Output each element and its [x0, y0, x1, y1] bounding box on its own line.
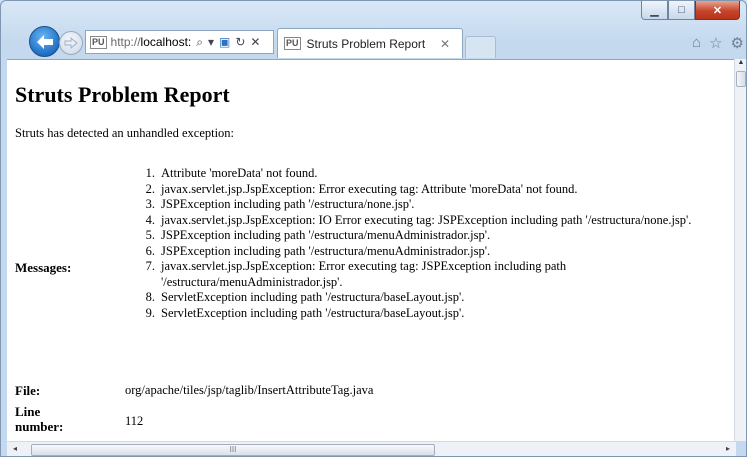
- message-number: 7.: [145, 259, 155, 273]
- message-text: JSPException including path '/estructura…: [161, 243, 491, 258]
- message-number: 2.: [145, 181, 155, 196]
- message-text: javax.servlet.jsp.JspException: Error ex…: [161, 259, 567, 289]
- messages-list: 1. Attribute 'moreData' not found. 2. javax…: [125, 166, 715, 321]
- search-icon[interactable]: ⌕: [196, 35, 203, 50]
- site-favicon-icon: PU: [90, 35, 107, 49]
- home-icon[interactable]: ⌂: [692, 34, 701, 52]
- page-content: Struts Problem Report Struts has detecte…: [7, 60, 736, 441]
- address-url: http://localhost:: [110, 35, 192, 49]
- message-text: JSPException including path '/estructura…: [161, 228, 491, 242]
- refresh-icon[interactable]: ↻: [235, 35, 245, 50]
- messages-label: Messages:: [15, 260, 72, 275]
- scroll-right-icon[interactable]: ▸: [722, 444, 734, 456]
- message-item: 6. JSPException including path '/estructu…: [125, 244, 715, 260]
- message-number: 5.: [145, 228, 155, 242]
- page-title: Struts Problem Report: [15, 82, 230, 107]
- message-text: Attribute 'moreData' not found.: [161, 166, 318, 180]
- message-item: 7. javax.servlet.jsp.JspException: Error …: [125, 259, 715, 290]
- file-value: org/apache/tiles/jsp/taglib/InsertAttrib…: [125, 383, 374, 397]
- navigation-bar: PU http://localhost: ⌕ ▾ ▣ ↻ ✕ PU Struts…: [1, 25, 746, 59]
- line-number-label: Line number:: [15, 404, 64, 434]
- address-icons: ⌕ ▾ ▣ ↻ ✕: [196, 35, 260, 50]
- horizontal-scroll-thumb[interactable]: III: [31, 444, 435, 456]
- message-number: 3.: [145, 197, 155, 211]
- message-number: 9.: [145, 305, 155, 320]
- tab-title: Struts Problem Report: [306, 36, 426, 51]
- message-number: 1.: [145, 166, 155, 180]
- horizontal-scrollbar[interactable]: ◂ III ▸: [7, 441, 736, 456]
- address-bar[interactable]: PU http://localhost: ⌕ ▾ ▣ ↻ ✕: [85, 30, 274, 54]
- toolbar-icons: ⌂ ☆ ⚙: [692, 34, 744, 52]
- message-number: 8.: [145, 290, 155, 304]
- stop-icon[interactable]: ✕: [250, 35, 260, 50]
- new-tab-button[interactable]: [465, 36, 496, 58]
- maximize-button[interactable]: □: [668, 1, 695, 20]
- minimize-button[interactable]: ▁: [641, 1, 668, 20]
- close-window-button[interactable]: ✕: [695, 1, 740, 20]
- message-item: 1. Attribute 'moreData' not found.: [125, 166, 715, 182]
- forward-arrow-icon: [64, 37, 78, 49]
- message-item: 3. JSPException including path '/estructu…: [125, 197, 715, 213]
- intro-text: Struts has detected an unhandled excepti…: [15, 126, 235, 140]
- window-caption-buttons: ▁ □ ✕: [641, 1, 740, 20]
- message-number: 4.: [145, 212, 155, 227]
- message-item: 4. javax.servlet.jsp.JspException: IO Err…: [125, 213, 715, 229]
- forward-button[interactable]: [59, 31, 83, 55]
- message-item: 9. ServletException including path '/estr…: [125, 306, 715, 322]
- message-text: ServletException including path '/estruc…: [161, 290, 465, 304]
- message-text: JSPException including path '/estructura…: [161, 197, 415, 211]
- message-item: 5. JSPException including path '/estructu…: [125, 228, 715, 244]
- dropdown-icon[interactable]: ▾: [208, 35, 214, 50]
- back-arrow-icon: [36, 34, 53, 49]
- line-number-value: 112: [125, 414, 144, 428]
- vertical-scrollbar[interactable]: ▲: [734, 59, 746, 441]
- message-text: javax.servlet.jsp.JspException: Error ex…: [161, 181, 578, 196]
- vertical-scroll-thumb[interactable]: [736, 71, 746, 87]
- star-icon[interactable]: ☆: [709, 34, 722, 52]
- message-text: javax.servlet.jsp.JspException: IO Error…: [161, 212, 692, 227]
- message-text: ServletException including path '/estruc…: [161, 305, 465, 320]
- scroll-up-icon[interactable]: ▲: [735, 59, 746, 71]
- tab-struts-problem-report[interactable]: PU Struts Problem Report ✕: [277, 28, 463, 58]
- browser-window: ▁ □ ✕ PU http://localhost: ⌕ ▾ ▣ ↻ ✕ PU …: [0, 0, 747, 457]
- gear-icon[interactable]: ⚙: [731, 34, 744, 52]
- close-tab-icon[interactable]: ✕: [440, 37, 450, 51]
- message-item: 8. ServletException including path '/estr…: [125, 290, 715, 306]
- message-number: 6.: [145, 243, 155, 258]
- page-viewport: Struts Problem Report Struts has detecte…: [7, 59, 736, 441]
- file-label: File:: [15, 383, 41, 398]
- tab-favicon-icon: PU: [284, 37, 301, 50]
- scroll-left-icon[interactable]: ◂: [9, 444, 21, 456]
- message-item: 2. javax.servlet.jsp.JspException: Error …: [125, 182, 715, 198]
- back-button[interactable]: [29, 26, 60, 57]
- compatibility-view-icon[interactable]: ▣: [219, 35, 230, 50]
